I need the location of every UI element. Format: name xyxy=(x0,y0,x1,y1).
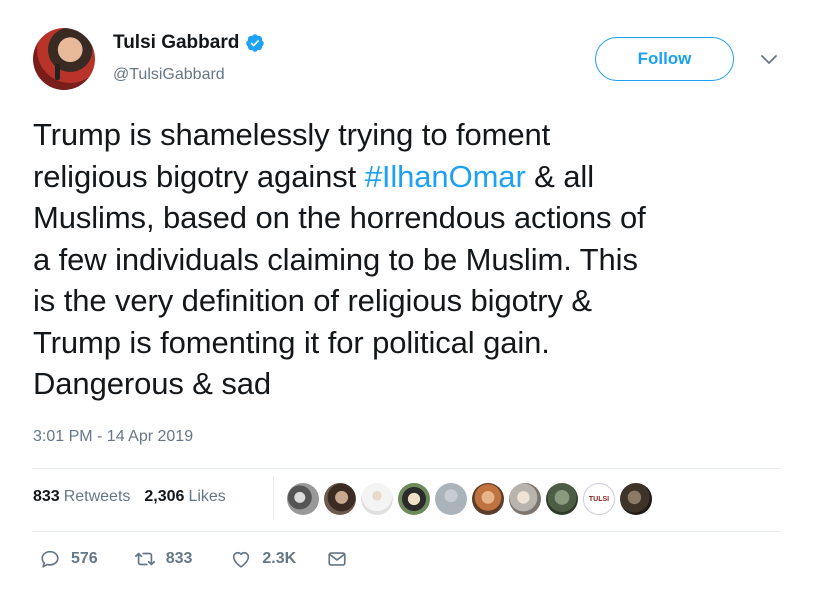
heart-icon xyxy=(233,551,250,568)
liker-avatar[interactable] xyxy=(546,483,578,515)
retweets-label: Retweets xyxy=(63,488,131,505)
tweet-line: is the very definition of religious bigo… xyxy=(33,283,592,318)
liker-avatar[interactable] xyxy=(472,483,504,515)
reply-count: 576 xyxy=(71,550,98,567)
liker-avatar[interactable] xyxy=(435,483,467,515)
tweet-line: a few individuals claiming to be Muslim.… xyxy=(33,241,638,277)
author-display-name[interactable]: Tulsi Gabbard xyxy=(113,32,239,54)
tweet-text: Trump is shamelessly trying to foment re… xyxy=(33,114,793,405)
retweet-icon xyxy=(134,552,155,566)
tweet-line: Trump is fomenting it for political gain… xyxy=(33,324,550,360)
tweet-line: Trump is shamelessly trying to foment xyxy=(33,117,551,152)
likes-count: 2,306 xyxy=(144,488,185,505)
liker-avatar[interactable] xyxy=(287,483,319,515)
retweets-count: 833 xyxy=(33,488,60,505)
tweet-text-segment: & all xyxy=(525,158,594,194)
direct-message-action[interactable] xyxy=(326,548,348,570)
author-handle[interactable]: @TulsiGabbard xyxy=(113,66,225,84)
liker-avatar-tulsi-logo[interactable]: TULSI xyxy=(583,483,615,515)
reply-icon xyxy=(41,550,59,568)
like-action[interactable]: 2.3K xyxy=(230,548,296,570)
liker-avatar[interactable] xyxy=(620,483,652,515)
microphone-shape xyxy=(55,64,60,80)
direct-message-icon xyxy=(328,552,346,566)
tweet-timestamp[interactable]: 3:01 PM - 14 Apr 2019 xyxy=(33,428,193,446)
likers-avatars: TULSI xyxy=(287,483,652,515)
author-name-row: Tulsi Gabbard xyxy=(113,32,265,54)
tulsi-logo-text: TULSI xyxy=(588,495,610,503)
like-count: 2.3K xyxy=(262,550,297,567)
author-avatar[interactable] xyxy=(33,28,95,90)
tweet-line: Dangerous & sad xyxy=(33,366,272,401)
liker-avatar[interactable] xyxy=(398,483,430,515)
verified-badge-icon xyxy=(246,34,265,52)
reply-action[interactable]: 576 xyxy=(39,548,98,570)
tweet-stats: 833 Retweets 2,306 Likes xyxy=(33,488,226,506)
likes-stat[interactable]: 2,306 Likes xyxy=(144,488,225,506)
tweet-line: Muslims, based on the horrendous actions… xyxy=(33,200,646,235)
likes-label: Likes xyxy=(188,488,226,505)
liker-avatar[interactable] xyxy=(361,483,393,515)
retweets-stat[interactable]: 833 Retweets xyxy=(33,488,130,506)
stats-separator xyxy=(273,476,274,520)
follow-button[interactable]: Follow xyxy=(595,37,734,81)
retweet-action[interactable]: 833 xyxy=(134,548,193,570)
tweet-actions: 576 833 2.3K xyxy=(33,548,348,570)
divider-bottom xyxy=(33,531,781,532)
divider-top xyxy=(33,468,781,469)
liker-avatar[interactable] xyxy=(324,483,356,515)
liker-avatar[interactable] xyxy=(509,483,541,515)
tweet-text-segment: religious bigotry against xyxy=(33,158,365,194)
chevron-down-icon[interactable] xyxy=(760,52,778,66)
tweet-line: religious bigotry against #IlhanOmar & a… xyxy=(33,156,793,198)
hashtag-link[interactable]: #IlhanOmar xyxy=(365,159,526,194)
retweet-count: 833 xyxy=(165,550,193,567)
